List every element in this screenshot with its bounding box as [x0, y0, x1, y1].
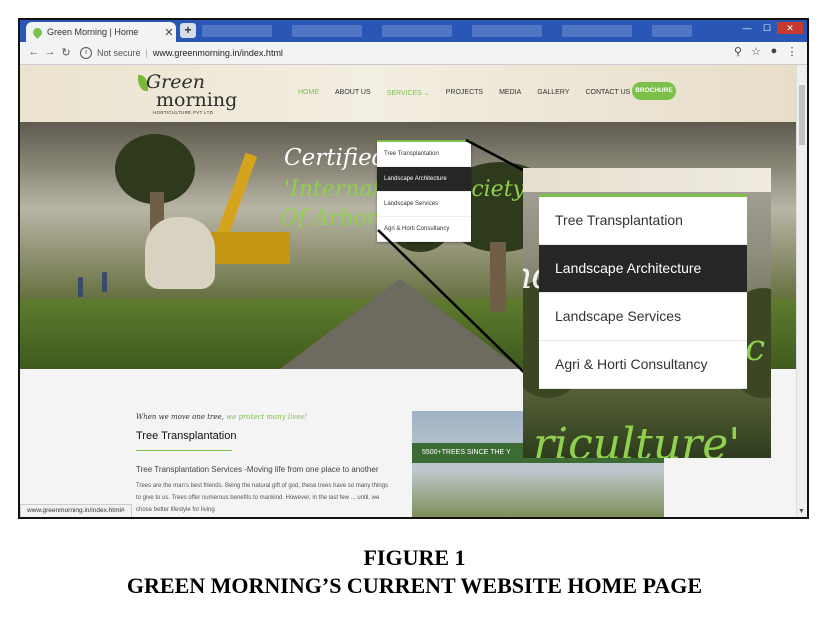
tab-bar: Green Morning | Home ✕ + — ☐ ✕ — [20, 20, 807, 42]
services-dropdown: Tree Transplantation Landscape Architect… — [377, 140, 471, 242]
scrollbar[interactable]: ▼ — [796, 65, 807, 517]
brochure-button[interactable]: BROCHURE — [632, 82, 676, 100]
menu-dots-icon[interactable]: ⋮ — [783, 45, 801, 58]
address-bar: ← → ↻ i Not secure | www.greenmorning.in… — [20, 42, 807, 65]
dropdown-item-landscape-architecture[interactable]: Landscape Architecture — [377, 167, 471, 192]
leaf-favicon-icon — [31, 25, 44, 39]
zoom-header-strip — [523, 168, 771, 192]
section-body: Trees are the man's best friends. Being … — [136, 483, 389, 513]
logo-subtitle: HORTICULTURE PVT LTD — [153, 110, 214, 115]
section-title: Tree Transplantation — [136, 430, 237, 442]
zoomed-services-dropdown: Tree Transplantation Landscape Architect… — [539, 194, 747, 389]
site-header: Green morning HORTICULTURE PVT LTD HOME … — [20, 65, 797, 122]
blurred-tabs — [202, 25, 692, 37]
nav-home[interactable]: HOME — [298, 89, 319, 97]
hero-road — [280, 279, 520, 369]
caption-line2: GREEN MORNING’S CURRENT WEBSITE HOME PAG… — [126, 573, 703, 598]
new-tab-button[interactable]: + — [180, 23, 196, 38]
profile-icon[interactable]: ● — [765, 45, 783, 58]
url-text: www.greenmorning.in/index.html — [152, 47, 283, 58]
zoom-hero-text-fragment: c — [745, 328, 766, 369]
hero-trunk — [490, 242, 506, 312]
back-icon[interactable]: ← — [26, 46, 42, 59]
window-controls: — ☐ ✕ — [737, 22, 803, 34]
nav-about[interactable]: ABOUT US — [335, 89, 371, 97]
scrollbar-thumb[interactable] — [799, 85, 805, 145]
status-bar: www.greenmorning.in/index.html# — [20, 504, 132, 517]
tagline-highlight: we protect many lives! — [226, 413, 307, 421]
zoom-item-landscape-architecture[interactable]: Landscape Architecture — [539, 245, 747, 293]
forward-icon[interactable]: → — [42, 46, 58, 59]
dropdown-item-landscape-services[interactable]: Landscape Services — [377, 192, 471, 217]
close-tab-icon[interactable]: ✕ — [162, 26, 176, 39]
dropdown-item-tree-transplantation[interactable]: Tree Transplantation — [377, 142, 471, 167]
hero-person — [102, 272, 107, 292]
zoom-item-agri-horti[interactable]: Agri & Horti Consultancy — [539, 341, 747, 389]
zoom-icon[interactable]: ⚲ — [729, 45, 747, 58]
tab-title: Green Morning | Home — [47, 27, 139, 37]
logo-line2: morning — [156, 89, 238, 111]
window-close-icon[interactable]: ✕ — [777, 22, 803, 34]
zoom-inset: nd c riculture' Tree Transplantation Lan… — [523, 168, 771, 458]
logo[interactable]: Green morning HORTICULTURE PVT LTD — [138, 71, 238, 117]
dropdown-item-agri-horti[interactable]: Agri & Horti Consultancy — [377, 217, 471, 242]
hero-tree-rootball — [145, 217, 215, 289]
nav-services[interactable]: SERVICES ⌄ — [387, 89, 430, 97]
nav-projects[interactable]: PROJECTS — [446, 89, 483, 97]
url-input[interactable]: i Not secure | www.greenmorning.in/index… — [80, 45, 740, 60]
bookmark-star-icon[interactable]: ☆ — [747, 45, 765, 58]
zoom-hero-text: riculture' — [533, 419, 741, 459]
scroll-down-icon[interactable]: ▼ — [798, 508, 805, 515]
maximize-icon[interactable]: ☐ — [757, 22, 777, 34]
main-nav: HOME ABOUT US SERVICES ⌄ PROJECTS MEDIA … — [298, 89, 646, 97]
info-icon[interactable]: i — [80, 46, 92, 59]
zoom-item-tree-transplantation[interactable]: Tree Transplantation — [539, 197, 747, 245]
nav-media[interactable]: MEDIA — [499, 89, 521, 97]
tagline: When we move one tree, we protect many l… — [136, 413, 307, 421]
nav-gallery[interactable]: GALLERY — [537, 89, 569, 97]
hero-person — [78, 277, 83, 297]
separator: | — [145, 47, 148, 58]
tagline-prefix: When we move one tree, — [136, 413, 224, 421]
minimize-icon[interactable]: — — [737, 22, 757, 34]
browser-tab[interactable]: Green Morning | Home ✕ — [26, 22, 176, 42]
zoom-item-landscape-services[interactable]: Landscape Services — [539, 293, 747, 341]
not-secure-label: Not secure — [97, 47, 141, 58]
caption-line1: FIGURE 1 — [363, 545, 466, 570]
section-lead: Tree Transplantation Services -Moving li… — [136, 465, 379, 474]
nav-contact[interactable]: CONTACT US — [585, 89, 630, 97]
title-underline — [136, 450, 232, 451]
figure-caption: FIGURE 1 GREEN MORNING’S CURRENT WEBSITE… — [0, 544, 829, 600]
reload-icon[interactable]: ↻ — [58, 46, 74, 59]
